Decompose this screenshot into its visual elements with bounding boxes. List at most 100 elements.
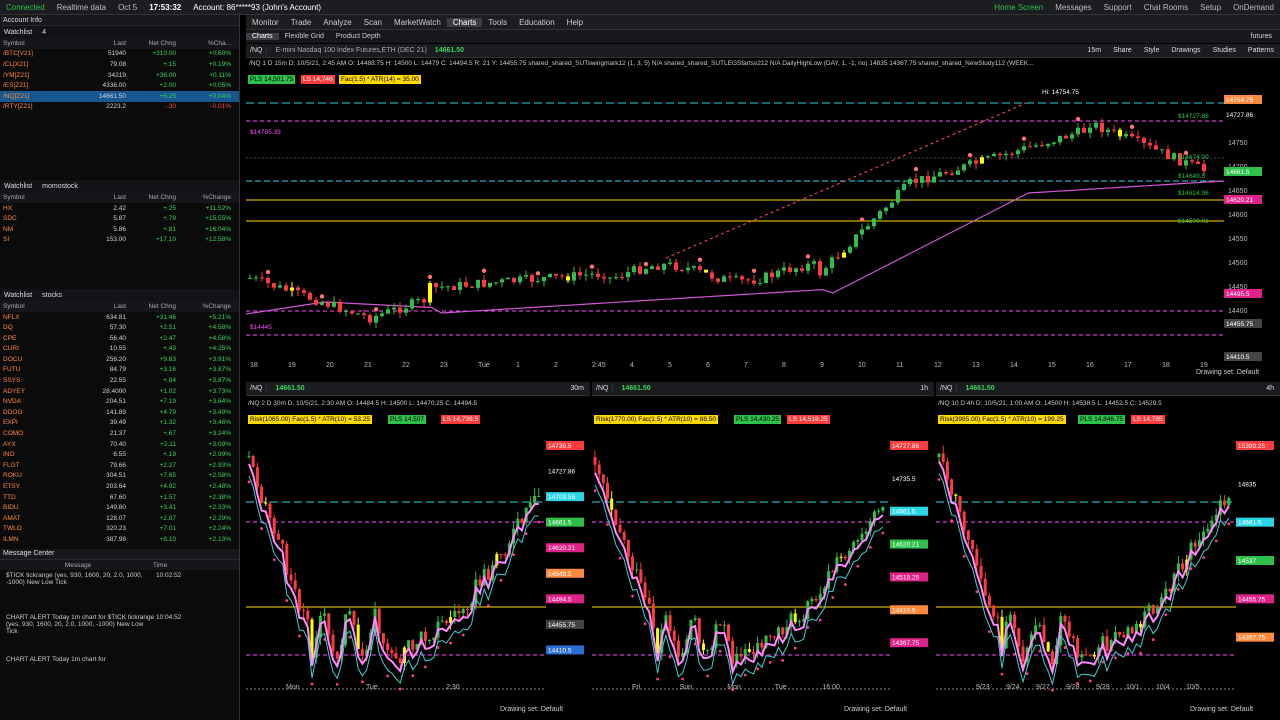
watchlist-row[interactable]: /BTC[V21] 51940 +310.00 +0.60% xyxy=(0,49,239,60)
watchlist-row[interactable]: ADYEY 28.4000 +1.02 +3.73% xyxy=(0,386,239,397)
tab-marketwatch[interactable]: MarketWatch xyxy=(388,18,447,27)
watchlist-name[interactable]: 4 xyxy=(42,29,46,36)
message-item[interactable]: CHART ALERT Today 1m chart for $TICK tic… xyxy=(0,612,239,654)
column-header[interactable]: Net Chng xyxy=(126,303,176,310)
support-button[interactable]: Support xyxy=(1098,3,1138,12)
watchlist-row[interactable]: EXPI 39.49 +1.32 +3.46% xyxy=(0,418,239,429)
column-header[interactable]: Symbol xyxy=(3,194,73,201)
watchlist-row[interactable]: INO 6.55 +.19 +2.99% xyxy=(0,449,239,460)
watchlist-row[interactable]: BIDU 149.80 +3.41 +2.33% xyxy=(0,502,239,513)
watchlist-row[interactable]: TWLO 320.23 +7.01 +2.24% xyxy=(0,524,239,535)
panel-interval[interactable]: 4h xyxy=(1260,385,1280,392)
watchlist-header[interactable]: Watchlist 4 xyxy=(0,26,239,38)
panel-drawing-set[interactable]: Drawing set: Default xyxy=(1190,706,1253,713)
toolbar-style-button[interactable]: Style xyxy=(1138,47,1166,54)
column-header[interactable]: %Change xyxy=(176,303,231,310)
tab-help[interactable]: Help xyxy=(561,18,589,27)
top-chart-interval[interactable]: 15m xyxy=(1082,47,1108,54)
panel-price-chart[interactable]: 14739.5 14727.86 14703.56 14661.5 14620.21 14… xyxy=(246,427,590,693)
account-selector[interactable]: Account: 86*****93 (John's Account) xyxy=(187,3,327,12)
tab-education[interactable]: Education xyxy=(513,18,561,27)
top-chart-symbol[interactable]: /NQ xyxy=(246,47,268,54)
toolbar-drawings-button[interactable]: Drawings xyxy=(1165,47,1206,54)
subtab-charts[interactable]: Charts xyxy=(246,33,279,40)
message-center-header[interactable]: Message Center xyxy=(0,548,239,560)
watchlist-row[interactable]: NM 5.86 +.81 +16.04% xyxy=(0,224,239,235)
watchlist-row[interactable]: NFLX 634.81 +31.46 +5.21% xyxy=(0,312,239,323)
message-item[interactable]: $TICK tickrange (yes, 930, 1600, 20, 2.0… xyxy=(0,570,239,612)
watchlist-row[interactable]: /YM[Z21] 34219 +36.00 +0.11% xyxy=(0,70,239,81)
panel-interval[interactable]: 1h xyxy=(914,385,934,392)
panel-drawing-set[interactable]: Drawing set: Default xyxy=(844,706,907,713)
column-header[interactable]: Last xyxy=(73,194,126,201)
tab-trade[interactable]: Trade xyxy=(285,18,318,27)
watchlist-row[interactable]: ROKU 304.51 +7.65 +2.58% xyxy=(0,471,239,482)
watchlist-name[interactable]: momostock xyxy=(42,183,78,190)
candle-body xyxy=(662,263,666,270)
panel-drawing-set[interactable]: Drawing set: Default xyxy=(500,706,563,713)
panel-symbol[interactable]: /NQ xyxy=(246,385,268,392)
tab-charts[interactable]: Charts xyxy=(446,17,483,27)
watchlist-row[interactable]: /NQ[Z21] 14661.50 +6.25 +0.04% xyxy=(0,90,239,102)
account-info-header[interactable]: Account Info xyxy=(0,15,239,26)
column-header[interactable]: Symbol xyxy=(3,40,73,47)
watchlist-row[interactable]: SSYS 22.55 +.84 +3.87% xyxy=(0,375,239,386)
watchlist-header[interactable]: Watchlist stocks xyxy=(0,289,239,302)
messages-button[interactable]: Messages xyxy=(1049,3,1097,12)
futures-selector[interactable]: futures xyxy=(1243,33,1280,40)
watchlist-row[interactable]: AMAT 128.07 +2.87 +2.29% xyxy=(0,513,239,524)
watchlist-name[interactable]: stocks xyxy=(42,292,62,299)
watchlist-row[interactable]: HX 2.42 +.25 +11.52% xyxy=(0,203,239,214)
watchlist-row[interactable]: /ES[Z21] 4336.00 +2.00 +0.05% xyxy=(0,80,239,91)
top-price-chart[interactable]: 1475014700146501460014550145001445014400… xyxy=(246,73,1280,369)
column-header[interactable]: Symbol xyxy=(3,303,73,310)
watchlist-row[interactable]: COMO 21.37 +.67 +3.24% xyxy=(0,428,239,439)
ondemand-button[interactable]: OnDemand xyxy=(1227,3,1280,12)
watchlist-row[interactable]: ILMN 387.98 +8.10 +2.13% xyxy=(0,534,239,545)
toolbar-patterns-button[interactable]: Patterns xyxy=(1242,47,1280,54)
watchlist-row[interactable]: /CL[X21] 79.08 +.15 +0.19% xyxy=(0,59,239,70)
panel-price-chart[interactable]: 15399.25 14835 14661.5 14537 14455.75 14367.7… xyxy=(936,427,1280,693)
home-screen-button[interactable]: Home Screen xyxy=(988,3,1049,12)
candle-body xyxy=(643,582,647,598)
watchlist-row[interactable]: SDC 5.87 +.79 +15.55% xyxy=(0,213,239,224)
watchlist-row[interactable]: DOCU 256.20 +9.63 +3.91% xyxy=(0,354,239,365)
candle-body xyxy=(528,502,532,508)
watchlist-row[interactable]: FUTU 84.79 +3.16 +3.87% xyxy=(0,365,239,376)
tab-monitor[interactable]: Monitor xyxy=(246,18,285,27)
watchlist-row[interactable]: DQ 57.30 +2.51 +4.58% xyxy=(0,322,239,333)
tab-analyze[interactable]: Analyze xyxy=(317,18,357,27)
watchlist-row[interactable]: FLGT 79.66 +2.27 +2.93% xyxy=(0,460,239,471)
subtab-product-depth[interactable]: Product Depth xyxy=(330,33,387,40)
watchlist-header[interactable]: Watchlist momostock xyxy=(0,180,239,193)
toolbar-share-button[interactable]: Share xyxy=(1107,47,1138,54)
candle-body xyxy=(1112,129,1116,131)
watchlist-row[interactable]: SI 153.00 +17.10 +12.58% xyxy=(0,235,239,246)
panel-symbol[interactable]: /NQ xyxy=(592,385,614,392)
panel-symbol[interactable]: /NQ xyxy=(936,385,958,392)
toolbar-studies-button[interactable]: Studies xyxy=(1207,47,1242,54)
watchlist-row[interactable]: CURI 10.55 +.43 +4.25% xyxy=(0,344,239,355)
watchlist-row[interactable]: /RTY[Z21] 2223.2 -.30 -0.01% xyxy=(0,102,239,113)
column-header[interactable]: Net Chng xyxy=(126,194,176,201)
column-header[interactable]: Last xyxy=(73,40,126,47)
column-header[interactable]: Last xyxy=(73,303,126,310)
chat-rooms-button[interactable]: Chat Rooms xyxy=(1138,3,1194,12)
message-item[interactable]: CHART ALERT Today 1m chart for xyxy=(0,654,239,696)
top-drawing-set[interactable]: Drawing set: Default xyxy=(1196,369,1259,376)
watchlist-row[interactable]: CPE 56.40 +2.47 +4.58% xyxy=(0,333,239,344)
column-header[interactable]: %Cha... xyxy=(176,40,231,47)
column-header[interactable]: Net Chng xyxy=(126,40,176,47)
watchlist-row[interactable]: TTD 67.60 +1.57 +2.38% xyxy=(0,492,239,503)
tab-scan[interactable]: Scan xyxy=(358,18,388,27)
tab-tools[interactable]: Tools xyxy=(482,18,513,27)
panel-interval[interactable]: 30m xyxy=(564,385,590,392)
subtab-flexible-grid[interactable]: Flexible Grid xyxy=(279,33,330,40)
watchlist-row[interactable]: DDOG 141.89 +4.79 +3.49% xyxy=(0,407,239,418)
watchlist-row[interactable]: ETSY 203.64 +4.92 +2.48% xyxy=(0,481,239,492)
setup-button[interactable]: Setup xyxy=(1194,3,1227,12)
watchlist-row[interactable]: AYX 70.40 +2.11 +3.09% xyxy=(0,439,239,450)
column-header[interactable]: %Change xyxy=(176,194,231,201)
watchlist-row[interactable]: NVDA 204.51 +7.19 +3.64% xyxy=(0,396,239,407)
panel-price-chart[interactable]: 14727.86 14735.5 14661.5 14620.21 14518.25 14… xyxy=(592,427,934,693)
